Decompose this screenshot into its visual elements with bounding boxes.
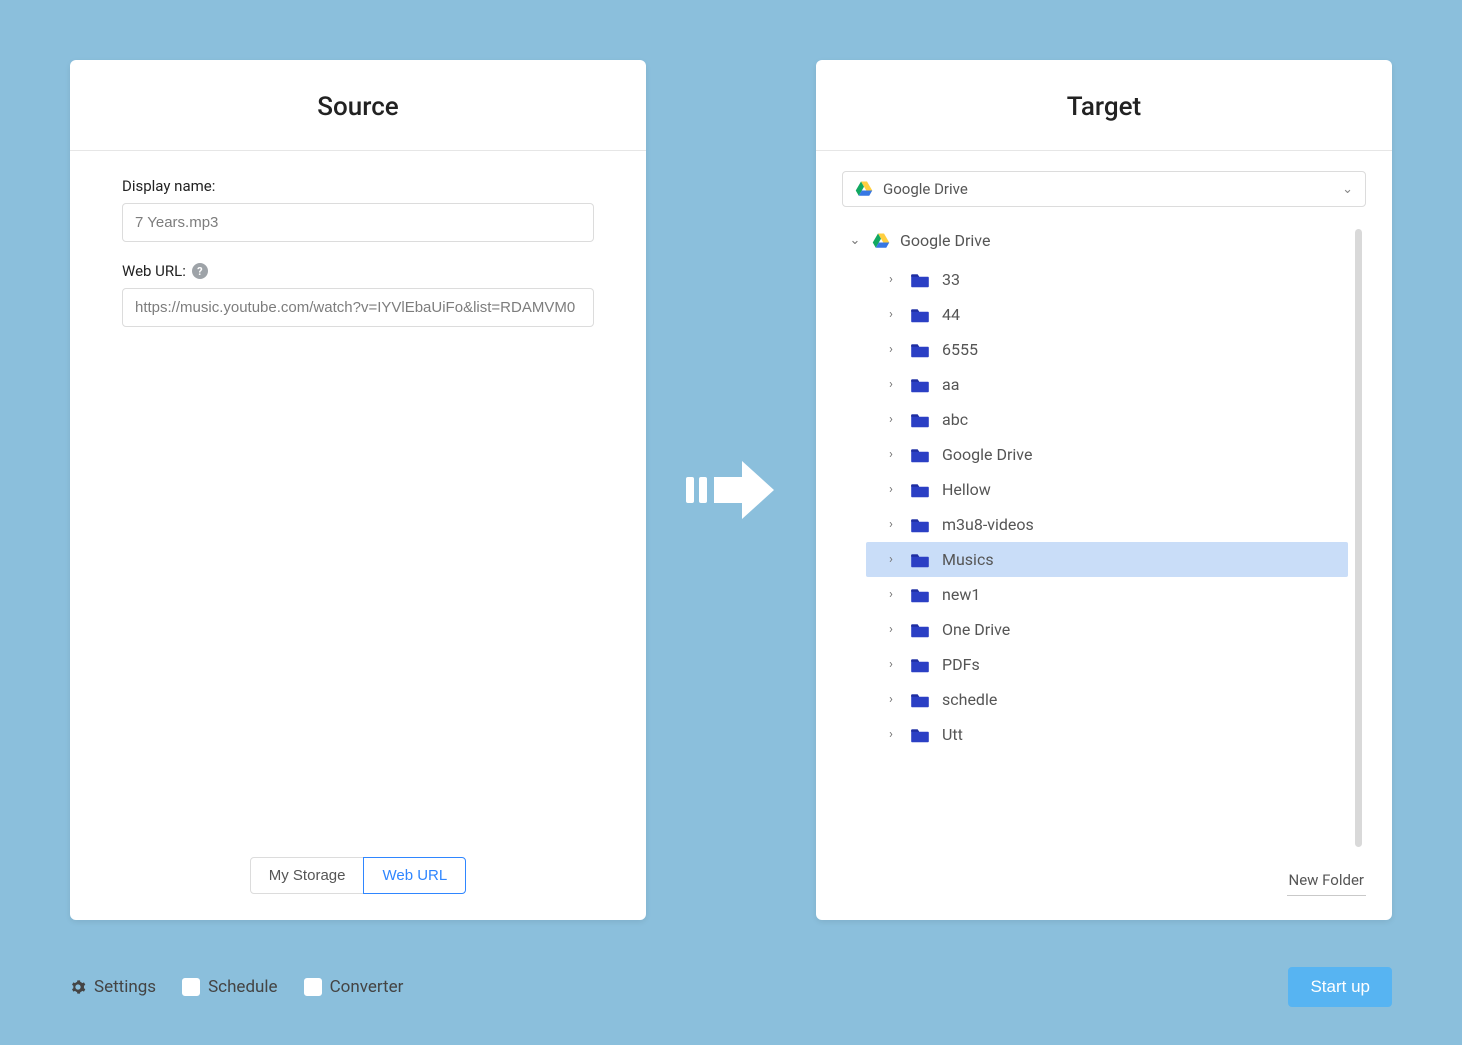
folder-icon (910, 587, 930, 603)
settings-button[interactable]: Settings (70, 977, 156, 997)
folder-name: 33 (942, 270, 960, 289)
folder-icon (910, 692, 930, 708)
tree-item[interactable]: › 44 (866, 297, 1348, 332)
web-url-label: Web URL: (122, 262, 186, 280)
tree-item[interactable]: › Google Drive (866, 437, 1348, 472)
tree-item[interactable]: › aa (866, 367, 1348, 402)
chevron-right-icon: › (884, 272, 898, 287)
footer-left: Settings Schedule Converter (70, 977, 403, 997)
folder-name: 6555 (942, 340, 978, 359)
tree-item[interactable]: › m3u8-videos (866, 507, 1348, 542)
display-name-label: Display name: (122, 177, 594, 195)
chevron-right-icon: › (884, 377, 898, 392)
chevron-right-icon: › (884, 622, 898, 637)
chevron-right-icon: › (884, 342, 898, 357)
chevron-right-icon: › (884, 307, 898, 322)
folder-icon (910, 552, 930, 568)
chevron-right-icon: › (884, 482, 898, 497)
chevron-right-icon: › (884, 657, 898, 672)
chevron-right-icon: › (884, 727, 898, 742)
folder-name: 44 (942, 305, 960, 324)
web-url-label-row: Web URL: ? (122, 262, 594, 280)
folder-icon (910, 657, 930, 673)
drive-select-label: Google Drive (883, 180, 968, 198)
source-panel: Source Display name: Web URL: ? My Stora… (70, 60, 646, 920)
chevron-right-icon: › (884, 552, 898, 567)
footer: Settings Schedule Converter Start up (70, 967, 1392, 1007)
google-drive-icon (855, 180, 873, 198)
web-url-input[interactable] (122, 288, 594, 327)
folder-icon (910, 727, 930, 743)
web-url-group: Web URL: ? (122, 262, 594, 327)
settings-label: Settings (94, 977, 156, 997)
scrollbar[interactable] (1355, 229, 1362, 847)
main-row: Source Display name: Web URL: ? My Stora… (0, 0, 1462, 920)
folder-name: abc (942, 410, 968, 429)
chevron-right-icon: › (884, 587, 898, 602)
folder-icon (910, 622, 930, 638)
tab-my-storage[interactable]: My Storage (250, 857, 365, 894)
tree-item[interactable]: › 33 (866, 262, 1348, 297)
transfer-arrow-icon (686, 455, 776, 525)
folder-name: m3u8-videos (942, 515, 1034, 534)
schedule-toggle[interactable]: Schedule (182, 977, 277, 997)
converter-label: Converter (330, 977, 404, 997)
google-drive-icon (872, 232, 890, 250)
target-panel: Target Google Drive ⌄ ⌄ (816, 60, 1392, 920)
folder-icon (910, 272, 930, 288)
folder-name: aa (942, 375, 959, 394)
gear-icon (70, 979, 86, 995)
checkbox-icon (182, 978, 200, 996)
folder-name: One Drive (942, 620, 1010, 639)
folder-icon (910, 342, 930, 358)
new-folder-button[interactable]: New Folder (1287, 867, 1366, 896)
tree-item[interactable]: › abc (866, 402, 1348, 437)
help-icon[interactable]: ? (192, 263, 208, 279)
tree-root-label: Google Drive (900, 231, 990, 250)
start-up-button[interactable]: Start up (1288, 967, 1392, 1007)
tree-list: › 33 › 44 › 6555 › aa › abc › Google Drive › Hellow › m… (842, 262, 1366, 752)
source-tabs: My Storage Web URL (70, 857, 646, 894)
tree-item[interactable]: › One Drive (866, 612, 1348, 647)
display-name-group: Display name: (122, 177, 594, 242)
chevron-right-icon: › (884, 412, 898, 427)
folder-icon (910, 482, 930, 498)
folder-name: Musics (942, 550, 994, 569)
target-panel-title: Target (816, 60, 1392, 151)
tree-item[interactable]: › new1 (866, 577, 1348, 612)
tree-item[interactable]: › Musics (866, 542, 1348, 577)
tree-item[interactable]: › Hellow (866, 472, 1348, 507)
folder-icon (910, 307, 930, 323)
chevron-down-icon: ⌄ (848, 233, 862, 248)
folder-name: new1 (942, 585, 980, 604)
folder-name: PDFs (942, 655, 980, 674)
source-panel-body: Display name: Web URL: ? (70, 151, 646, 920)
schedule-label: Schedule (208, 977, 277, 997)
chevron-right-icon: › (884, 517, 898, 532)
folder-icon (910, 412, 930, 428)
chevron-right-icon: › (884, 692, 898, 707)
folder-name: Google Drive (942, 445, 1032, 464)
folder-name: Utt (942, 725, 963, 744)
chevron-down-icon: ⌄ (1342, 182, 1353, 197)
checkbox-icon (304, 978, 322, 996)
drive-select-dropdown[interactable]: Google Drive ⌄ (842, 171, 1366, 207)
folder-name: schedle (942, 690, 997, 709)
folder-icon (910, 447, 930, 463)
folder-tree: ⌄ Google Drive › 33 › 44 › 6555 › aa › abc › Google… (842, 229, 1366, 867)
folder-icon (910, 517, 930, 533)
tree-item[interactable]: › Utt (866, 717, 1348, 752)
tree-item[interactable]: › PDFs (866, 647, 1348, 682)
tree-item[interactable]: › 6555 (866, 332, 1348, 367)
folder-name: Hellow (942, 480, 991, 499)
source-panel-title: Source (70, 60, 646, 151)
tree-root[interactable]: ⌄ Google Drive (842, 229, 1366, 262)
chevron-right-icon: › (884, 447, 898, 462)
target-panel-body: Google Drive ⌄ ⌄ Google Drive › 33 › 44 › 655… (816, 151, 1392, 867)
converter-toggle[interactable]: Converter (304, 977, 404, 997)
folder-icon (910, 377, 930, 393)
tab-web-url[interactable]: Web URL (363, 857, 466, 894)
tree-item[interactable]: › schedle (866, 682, 1348, 717)
display-name-input[interactable] (122, 203, 594, 242)
